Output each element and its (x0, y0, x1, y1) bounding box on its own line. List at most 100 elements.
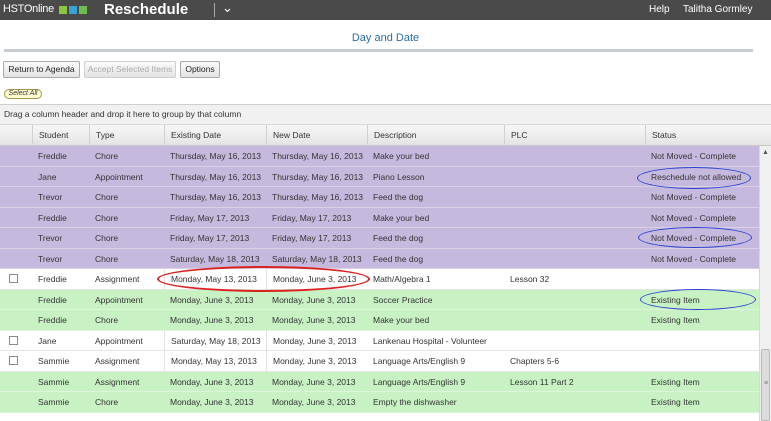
existing-date-cell: Thursday, May 16, 2013 (170, 192, 262, 202)
description-cell: Feed the dog (373, 192, 424, 202)
description-cell: Lankenau Hospital - Volunteer (373, 335, 487, 346)
description-cell: Feed the dog (373, 253, 424, 264)
app-logo[interactable]: HSTOnline (3, 3, 54, 15)
scrollbar-thumb[interactable]: ≡ (761, 349, 770, 421)
plc-cell: Lesson 32 (510, 274, 550, 284)
student-cell: Freddie (38, 212, 67, 223)
table-row[interactable]: Trevor Chore Thursday, May 16, 2013 Thursda… (0, 187, 759, 208)
plc-cell (504, 290, 645, 310)
table-row[interactable]: Sammie Chore Monday, June 3, 2013 Monday, J… (0, 392, 759, 413)
plc-cell (504, 392, 645, 412)
new-date-cell: Friday, May 17, 2013 (272, 233, 352, 243)
table-row[interactable]: Jane Appointment Saturday, May 18, 2013 Mon… (0, 330, 759, 351)
status-cell: Existing Item (651, 376, 700, 387)
page-title: Day and Date (351, 32, 420, 44)
status-cell: Existing Item (651, 397, 700, 407)
table-row[interactable]: Trevor Chore Friday, May 17, 2013 Friday, M… (0, 228, 759, 249)
student-cell: Sammie (38, 397, 70, 407)
chevron-down-icon[interactable]: ⌄ (222, 0, 233, 16)
user-menu[interactable]: Talitha Gormley (683, 4, 752, 15)
new-date-cell: Monday, June 3, 2013 (272, 397, 356, 407)
student-cell: Freddie (38, 274, 67, 284)
options-button[interactable]: Options (180, 61, 220, 78)
description-cell: Feed the dog (373, 233, 424, 243)
status-cell: Not Moved - Complete (651, 253, 737, 264)
existing-date-cell: Friday, May 17, 2013 (170, 233, 250, 243)
status-cell: Not Moved - Complete (651, 233, 737, 243)
column-header-type[interactable]: Type (89, 125, 164, 146)
type-cell: Chore (95, 397, 119, 407)
new-date-cell: Monday, June 3, 2013 (272, 376, 356, 387)
help-link[interactable]: Help (649, 4, 670, 15)
accept-selected-items-button[interactable]: Accept Selected Items (84, 61, 176, 78)
student-cell: Freddie (38, 315, 67, 325)
plc-cell (504, 187, 645, 207)
student-cell: Sammie (38, 376, 70, 387)
type-cell: Assignment (95, 356, 140, 366)
table-row[interactable]: Jane Appointment Thursday, May 16, 2013 Thu… (0, 166, 759, 187)
table-row[interactable]: Freddie Assignment Monday, May 13, 2013 Mon… (0, 269, 759, 290)
scroll-grip-icon: ≡ (764, 380, 769, 387)
type-cell: Appointment (95, 294, 143, 305)
existing-date-cell: Monday, June 3, 2013 (170, 397, 254, 407)
new-date-cell: Monday, June 3, 2013 (266, 330, 367, 351)
type-cell: Appointment (95, 171, 143, 182)
type-cell: Assignment (95, 274, 140, 284)
grid-header: Student Type Existing Date New Date Desc… (0, 125, 771, 146)
student-cell: Sammie (38, 356, 70, 366)
new-date-cell: Thursday, May 16, 2013 (272, 171, 364, 182)
column-header-student[interactable]: Student (32, 125, 89, 146)
row-checkbox[interactable] (9, 274, 18, 283)
table-row[interactable]: Sammie Assignment Monday, May 13, 2013 Mond… (0, 351, 759, 372)
existing-date-cell: Monday, May 13, 2013 (164, 351, 266, 371)
top-bar: HSTOnline Reschedule ⌄ Help Talitha Gorm… (0, 0, 771, 20)
student-cell: Jane (38, 335, 57, 346)
existing-date-cell: Friday, May 17, 2013 (170, 212, 250, 223)
table-row[interactable]: Trevor Chore Saturday, May 18, 2013 Saturda… (0, 248, 759, 269)
column-header-new-date[interactable]: New Date (266, 125, 367, 146)
table-row[interactable]: Freddie Chore Friday, May 17, 2013 Friday, … (0, 207, 759, 228)
column-header-plc[interactable]: PLC (504, 125, 645, 146)
plc-cell (504, 228, 645, 248)
plc-cell (504, 331, 645, 351)
scroll-up-arrow-icon[interactable]: ▲ (762, 149, 769, 156)
new-date-cell: Monday, June 3, 2013 (272, 294, 356, 305)
new-date-cell: Monday, June 3, 2013 (272, 315, 356, 325)
status-cell: Not Moved - Complete (651, 212, 737, 223)
new-date-cell: Saturday, May 18, 2013 (272, 253, 362, 264)
plc-cell (504, 310, 645, 330)
logo-blocks-icon (59, 6, 87, 14)
app-title: Reschedule (104, 1, 189, 18)
existing-date-cell: Saturday, May 18, 2013 (170, 253, 260, 264)
table-row[interactable]: Freddie Appointment Monday, June 3, 2013 Mo… (0, 289, 759, 310)
new-date-cell: Monday, June 3, 2013 (266, 351, 367, 371)
column-header-existing-date[interactable]: Existing Date (164, 125, 266, 146)
status-cell: Reschedule not allowed (651, 171, 742, 182)
type-cell: Assignment (95, 376, 140, 387)
status-cell (645, 331, 759, 351)
plc-cell (504, 249, 645, 269)
table-row[interactable]: Sammie Assignment Monday, June 3, 2013 Mond… (0, 371, 759, 392)
description-cell: Soccer Practice (373, 294, 433, 305)
table-row[interactable]: Freddie Chore Thursday, May 16, 2013 Thursd… (0, 146, 759, 167)
existing-date-cell: Monday, June 3, 2013 (170, 376, 254, 387)
existing-date-cell: Thursday, May 16, 2013 (170, 171, 262, 182)
table-row[interactable]: Freddie Chore Monday, June 3, 2013 Monday, … (0, 310, 759, 331)
existing-date-cell: Saturday, May 18, 2013 (164, 330, 266, 351)
column-header-description[interactable]: Description (367, 125, 504, 146)
status-cell: Existing Item (651, 294, 700, 305)
status-cell: Not Moved - Complete (651, 151, 737, 161)
description-cell: Language Arts/English 9 (373, 376, 466, 387)
row-checkbox[interactable] (9, 335, 18, 345)
status-cell: Existing Item (651, 315, 700, 325)
vertical-scrollbar[interactable]: ▲ ≡ (759, 146, 771, 421)
heading-divider (4, 49, 753, 52)
return-to-agenda-button[interactable]: Return to Agenda (3, 61, 80, 78)
column-header-status[interactable]: Status (645, 125, 759, 146)
type-cell: Chore (95, 212, 119, 223)
type-cell: Chore (95, 151, 119, 161)
select-all-button[interactable]: Select All (4, 89, 42, 99)
existing-date-cell: Thursday, May 16, 2013 (170, 151, 262, 161)
row-checkbox[interactable] (9, 356, 18, 365)
group-by-drop-zone[interactable]: Drag a column header and drop it here to… (0, 105, 771, 125)
